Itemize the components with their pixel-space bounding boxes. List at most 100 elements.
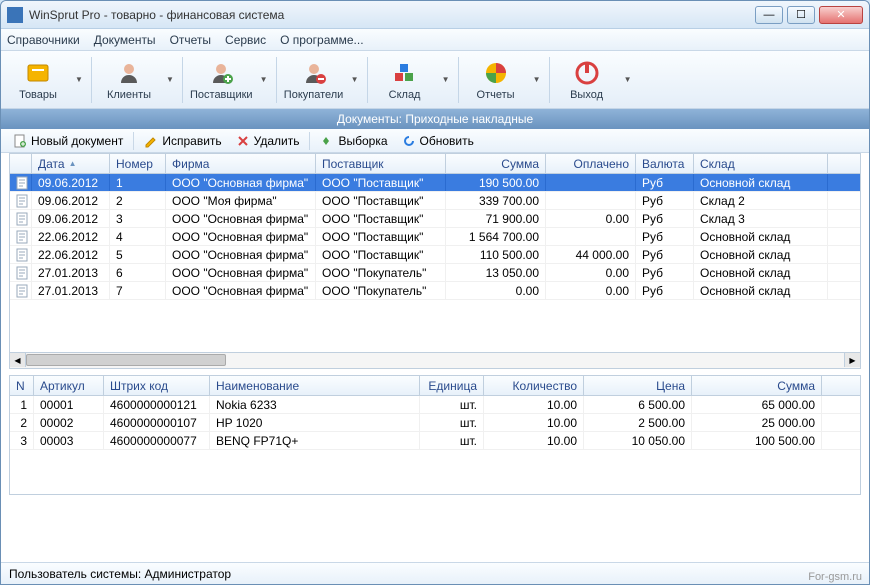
- delete-icon: [236, 134, 250, 148]
- toolbar-exit[interactable]: Выход: [556, 54, 618, 106]
- col-price[interactable]: Цена: [584, 376, 692, 395]
- exit-icon: [573, 59, 601, 87]
- documents-grid: Дата▲ Номер Фирма Поставщик Сумма Оплаче…: [9, 153, 861, 353]
- cell-warehouse: Склад 2: [694, 192, 828, 209]
- toolbar-goods[interactable]: Товары: [7, 54, 69, 106]
- filter-button[interactable]: Выборка: [314, 132, 393, 150]
- toolbar-warehouse[interactable]: Склад: [374, 54, 436, 106]
- toolbar-label: Клиенты: [107, 89, 151, 101]
- cell-supplier: ООО "Поставщик": [316, 192, 446, 209]
- col-n[interactable]: N: [10, 376, 34, 395]
- separator: [458, 57, 459, 103]
- suppliers-icon: [207, 59, 235, 87]
- col-firm[interactable]: Фирма: [166, 154, 316, 173]
- table-row[interactable]: 2000024600000000107HP 1020шт.10.002 500.…: [10, 414, 860, 432]
- cell-paid: 0.00: [546, 210, 636, 227]
- menu-reports[interactable]: Отчеты: [170, 33, 211, 47]
- cell-sum: 13 050.00: [446, 264, 546, 281]
- toolbar-suppliers[interactable]: Поставщики: [189, 54, 254, 106]
- menu-service[interactable]: Сервис: [225, 33, 266, 47]
- toolbar-dropdown[interactable]: ▼: [258, 54, 270, 106]
- menu-documents[interactable]: Документы: [94, 33, 156, 47]
- documents-grid-header: Дата▲ Номер Фирма Поставщик Сумма Оплаче…: [10, 154, 860, 174]
- new-document-button[interactable]: Новый документ: [7, 132, 129, 150]
- col-qty[interactable]: Количество: [484, 376, 584, 395]
- table-row[interactable]: 09.06.20121ООО "Основная фирма"ООО "Пост…: [10, 174, 860, 192]
- table-row[interactable]: 3000034600000000077BENQ FP71Q+шт.10.0010…: [10, 432, 860, 450]
- minimize-button[interactable]: —: [755, 6, 783, 24]
- toolbar-clients[interactable]: Клиенты: [98, 54, 160, 106]
- col-sum[interactable]: Сумма: [446, 154, 546, 173]
- refresh-button[interactable]: Обновить: [396, 132, 480, 150]
- menu-about[interactable]: О программе...: [280, 33, 363, 47]
- filter-label: Выборка: [338, 134, 387, 148]
- delete-button[interactable]: Удалить: [230, 132, 306, 150]
- cell-date: 09.06.2012: [32, 174, 110, 191]
- cell-qty: 10.00: [484, 396, 584, 413]
- table-row[interactable]: 27.01.20136ООО "Основная фирма"ООО "Поку…: [10, 264, 860, 282]
- close-button[interactable]: ✕: [819, 6, 863, 24]
- table-row[interactable]: 27.01.20137ООО "Основная фирма"ООО "Поку…: [10, 282, 860, 300]
- toolbar-dropdown[interactable]: ▼: [349, 54, 361, 106]
- col-unit[interactable]: Единица: [420, 376, 484, 395]
- toolbar-buyers[interactable]: Покупатели: [283, 54, 345, 106]
- cell-sum: 190 500.00: [446, 174, 546, 191]
- col-total[interactable]: Сумма: [692, 376, 822, 395]
- table-row[interactable]: 09.06.20123ООО "Основная фирма"ООО "Пост…: [10, 210, 860, 228]
- cell-date: 22.06.2012: [32, 228, 110, 245]
- cell-name: BENQ FP71Q+: [210, 432, 420, 449]
- buyers-icon: [300, 59, 328, 87]
- edit-button[interactable]: Исправить: [138, 132, 227, 150]
- cell-article: 00003: [34, 432, 104, 449]
- scroll-thumb[interactable]: [26, 354, 226, 366]
- col-barcode[interactable]: Штрих код: [104, 376, 210, 395]
- toolbar-dropdown[interactable]: ▼: [622, 54, 634, 106]
- cell-warehouse: Склад 3: [694, 210, 828, 227]
- separator: [276, 57, 277, 103]
- col-currency[interactable]: Валюта: [636, 154, 694, 173]
- table-row[interactable]: 22.06.20124ООО "Основная фирма"ООО "Пост…: [10, 228, 860, 246]
- cell-number: 4: [110, 228, 166, 245]
- col-icon[interactable]: [10, 154, 32, 173]
- scroll-right-arrow[interactable]: ▶: [844, 353, 860, 367]
- scroll-left-arrow[interactable]: ◀: [10, 353, 26, 367]
- toolbar-label: Товары: [19, 89, 57, 101]
- cell-date: 09.06.2012: [32, 192, 110, 209]
- col-number[interactable]: Номер: [110, 154, 166, 173]
- documents-grid-body[interactable]: 09.06.20121ООО "Основная фирма"ООО "Пост…: [10, 174, 860, 352]
- items-grid-body[interactable]: 1000014600000000121Nokia 6233шт.10.006 5…: [10, 396, 860, 494]
- cell-name: HP 1020: [210, 414, 420, 431]
- col-name[interactable]: Наименование: [210, 376, 420, 395]
- toolbar-dropdown[interactable]: ▼: [73, 54, 85, 106]
- horizontal-scrollbar[interactable]: ◀ ▶: [9, 353, 861, 369]
- cell-warehouse: Основной склад: [694, 246, 828, 263]
- col-date[interactable]: Дата▲: [32, 154, 110, 173]
- toolbar-dropdown[interactable]: ▼: [164, 54, 176, 106]
- cell-number: 2: [110, 192, 166, 209]
- cell-paid: [546, 228, 636, 245]
- document-icon: [16, 230, 28, 244]
- col-article[interactable]: Артикул: [34, 376, 104, 395]
- col-paid[interactable]: Оплачено: [546, 154, 636, 173]
- cell-unit: шт.: [420, 432, 484, 449]
- cell-price: 10 050.00: [584, 432, 692, 449]
- row-icon-cell: [10, 174, 32, 191]
- refresh-icon: [402, 134, 416, 148]
- cell-supplier: ООО "Поставщик": [316, 246, 446, 263]
- table-row[interactable]: 1000014600000000121Nokia 6233шт.10.006 5…: [10, 396, 860, 414]
- col-supplier[interactable]: Поставщик: [316, 154, 446, 173]
- cell-supplier: ООО "Поставщик": [316, 174, 446, 191]
- col-warehouse[interactable]: Склад: [694, 154, 828, 173]
- cell-paid: 44 000.00: [546, 246, 636, 263]
- cell-total: 100 500.00: [692, 432, 822, 449]
- cell-number: 5: [110, 246, 166, 263]
- refresh-label: Обновить: [420, 134, 474, 148]
- table-row[interactable]: 22.06.20125ООО "Основная фирма"ООО "Пост…: [10, 246, 860, 264]
- maximize-button[interactable]: ☐: [787, 6, 815, 24]
- toolbar-dropdown[interactable]: ▼: [531, 54, 543, 106]
- menu-references[interactable]: Справочники: [7, 33, 80, 47]
- toolbar-reports[interactable]: Отчеты: [465, 54, 527, 106]
- table-row[interactable]: 09.06.20122ООО "Моя фирма"ООО "Поставщик…: [10, 192, 860, 210]
- toolbar-dropdown[interactable]: ▼: [440, 54, 452, 106]
- cell-number: 7: [110, 282, 166, 299]
